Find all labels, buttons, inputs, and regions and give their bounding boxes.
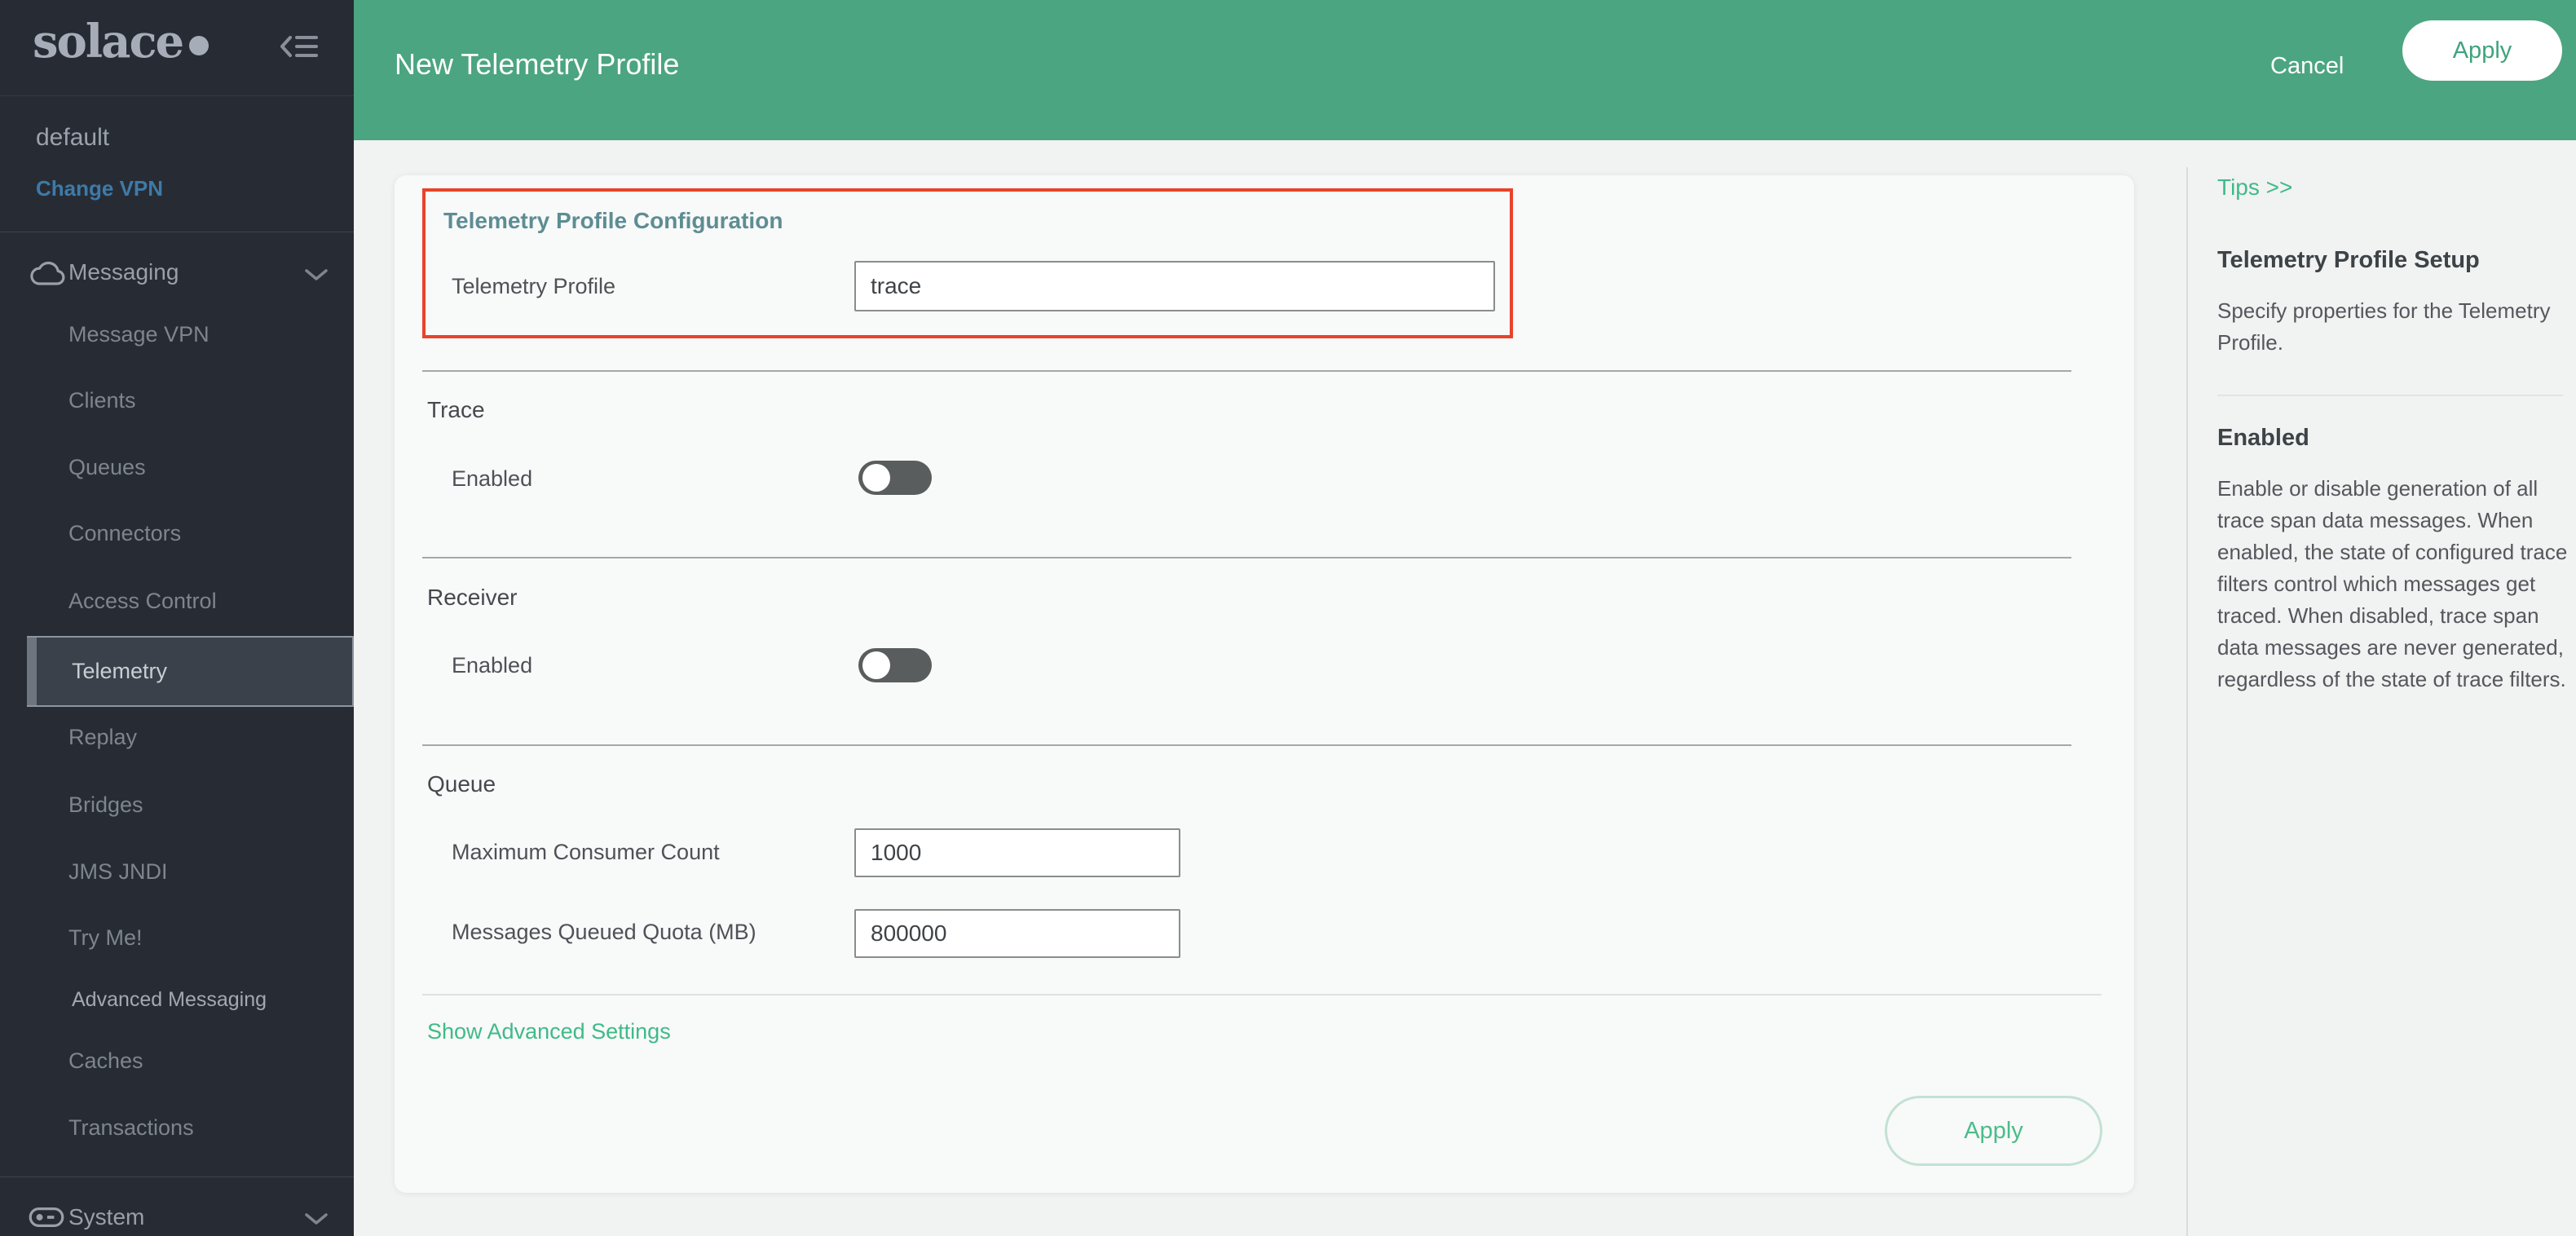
telemetry-profile-input[interactable] [854, 261, 1495, 311]
logo-dot [189, 36, 210, 55]
sidebar-item-queues[interactable]: Queues [68, 455, 146, 480]
messages-queued-quota-input[interactable] [854, 909, 1180, 958]
sidebar-item-telemetry-label: Telemetry [72, 659, 168, 683]
cloud-icon [28, 258, 67, 287]
trace-enabled-label: Enabled [452, 466, 533, 491]
messages-queued-quota-label: Messages Queued Quota (MB) [452, 920, 756, 944]
logo-text: solace [33, 15, 184, 68]
apply-button-form[interactable]: Apply [1885, 1096, 2102, 1166]
sidebar-item-bridges[interactable]: Bridges [68, 792, 143, 818]
section-divider [422, 370, 2071, 372]
tips-heading-enabled: Enabled [2217, 425, 2309, 451]
toggle-knob [862, 464, 890, 492]
max-consumer-count-input[interactable] [854, 828, 1180, 877]
change-vpn-link[interactable]: Change VPN [36, 176, 163, 201]
page-header: New Telemetry Profile Cancel Apply [354, 0, 2576, 140]
sidebar-item-message-vpn[interactable]: Message VPN [68, 322, 210, 347]
tips-toggle-link[interactable]: Tips >> [2217, 174, 2292, 201]
section-divider [422, 557, 2071, 558]
sidebar-item-transactions[interactable]: Transactions [68, 1115, 194, 1141]
tips-body-setup: Specify properties for the Telemetry Pro… [2217, 298, 2551, 355]
collapse-sidebar-icon[interactable] [279, 28, 320, 65]
tips-divider [2217, 395, 2563, 396]
system-icon [28, 1204, 65, 1230]
queue-section-title: Queue [427, 771, 496, 797]
telemetry-profile-label: Telemetry Profile [452, 274, 616, 298]
sidebar-item-jms-jndi[interactable]: JMS JNDI [68, 859, 168, 885]
sidebar-item-replay[interactable]: Replay [68, 725, 137, 750]
receiver-enabled-toggle[interactable] [858, 648, 932, 682]
sidebar-item-advanced-messaging[interactable]: Advanced Messaging [72, 988, 267, 1012]
sidebar-item-connectors[interactable]: Connectors [68, 521, 181, 546]
sidebar-item-try-me[interactable]: Try Me! [68, 925, 143, 951]
section-divider-light [422, 994, 2102, 995]
section-divider [422, 744, 2071, 746]
current-vpn-name: default [36, 124, 110, 151]
receiver-enabled-label: Enabled [452, 653, 533, 678]
max-consumer-count-label: Maximum Consumer Count [452, 840, 720, 864]
sidebar-item-telemetry-selected[interactable]: Telemetry [27, 636, 354, 707]
chevron-down-icon[interactable] [303, 267, 329, 282]
receiver-section-title: Receiver [427, 585, 518, 610]
toggle-knob [862, 651, 890, 679]
trace-enabled-toggle[interactable] [858, 461, 932, 495]
telemetry-profile-form-card: Telemetry Profile Configuration Telemetr… [395, 175, 2134, 1193]
chevron-down-icon[interactable] [303, 1212, 329, 1226]
trace-section-title: Trace [427, 397, 485, 422]
apply-button-header[interactable]: Apply [2402, 20, 2562, 81]
sidebar-section-messaging[interactable]: Messaging [68, 259, 179, 285]
config-section-title: Telemetry Profile Configuration [443, 208, 783, 233]
show-advanced-settings-link[interactable]: Show Advanced Settings [427, 1019, 671, 1044]
sidebar-section-system[interactable]: System [68, 1204, 144, 1230]
sidebar: solace default Change VPN Messaging Mess… [0, 0, 354, 1236]
logo-row: solace [0, 0, 354, 96]
highlighted-config-section: Telemetry Profile Configuration Telemetr… [422, 188, 1513, 338]
tips-panel-divider [2186, 167, 2188, 1236]
tips-body-enabled: Enable or disable generation of all trac… [2217, 476, 2568, 691]
cancel-button[interactable]: Cancel [2265, 52, 2349, 81]
tips-heading-setup: Telemetry Profile Setup [2217, 247, 2480, 273]
page-title: New Telemetry Profile [395, 47, 680, 81]
sidebar-item-clients[interactable]: Clients [68, 388, 136, 413]
sidebar-item-access-control[interactable]: Access Control [68, 589, 217, 614]
solace-logo: solace [33, 15, 210, 68]
sidebar-item-caches[interactable]: Caches [68, 1048, 143, 1074]
sidebar-divider [0, 1176, 354, 1177]
